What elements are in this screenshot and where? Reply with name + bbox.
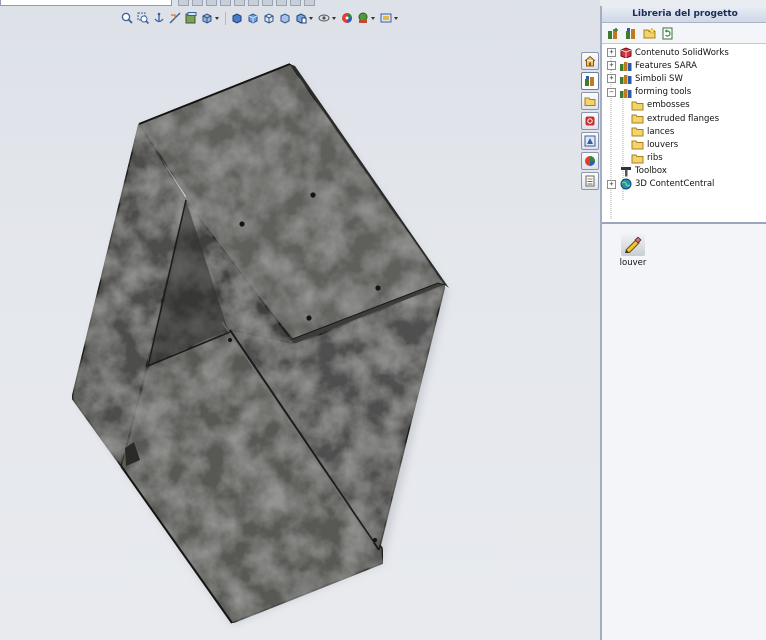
library-item-louver[interactable]: louver — [618, 234, 648, 268]
folder-icon — [631, 126, 644, 137]
search-icon — [585, 116, 595, 126]
panel-toolbar — [602, 23, 766, 43]
mounting-hole[interactable] — [375, 285, 381, 291]
solidworks-content-icon — [619, 47, 632, 59]
task-pane-tabs — [581, 52, 599, 190]
expand-icon[interactable]: + — [607, 61, 616, 71]
expand-icon[interactable]: + — [607, 74, 616, 84]
mounting-hole[interactable] — [373, 538, 377, 542]
library-item-label: louver — [619, 258, 647, 268]
tree-item-label: forming tools — [635, 87, 692, 98]
tab-resources[interactable] — [581, 52, 599, 70]
folder-icon — [584, 97, 596, 106]
design-library-panel: Libreria del progetto + Contenuto SolidWo… — [600, 6, 766, 640]
home-icon — [584, 55, 596, 67]
panel-title: Libreria del progetto — [602, 6, 766, 23]
tree-item-label: ribs — [647, 153, 663, 164]
tab-appearances[interactable] — [581, 152, 599, 170]
add-to-library-icon[interactable] — [606, 26, 620, 40]
create-new-folder-icon[interactable] — [642, 26, 656, 40]
tree-item-label: louvers — [647, 139, 679, 150]
tree-item-contenuto-solidworks[interactable]: + Contenuto SolidWorks — [602, 46, 766, 59]
refresh-icon[interactable] — [660, 26, 674, 40]
tab-design-library[interactable] — [581, 72, 599, 90]
forming-tool-icon — [621, 234, 645, 256]
tree-item-louvers[interactable]: louvers — [602, 138, 766, 151]
tree-item-label: Toolbox — [635, 166, 667, 177]
collapse-icon[interactable]: − — [607, 87, 616, 97]
tree-item-label: Contenuto SolidWorks — [635, 47, 729, 58]
library-features-icon — [619, 60, 632, 72]
globe-icon — [619, 178, 632, 190]
mounting-hole[interactable] — [228, 338, 232, 342]
properties-icon — [585, 175, 595, 187]
folder-icon — [631, 153, 644, 164]
folder-icon — [631, 139, 644, 150]
tree-item-extruded-flanges[interactable]: extruded flanges — [602, 112, 766, 125]
tree-item-label: Simboli SW — [635, 73, 683, 84]
tree-item-label: lances — [647, 126, 675, 137]
mounting-hole[interactable] — [306, 315, 312, 321]
tree-item-ribs[interactable]: ribs — [602, 152, 766, 165]
toolbox-icon — [619, 166, 632, 177]
tree-item-3d-contentcentral[interactable]: +3D ContentCentral — [602, 178, 766, 191]
tab-view-palette[interactable] — [581, 132, 599, 150]
expand-icon[interactable]: + — [607, 179, 616, 189]
tree-item-label: extruded flanges — [647, 113, 720, 124]
sheet-metal-model[interactable] — [0, 0, 600, 640]
tree-item-label: 3D ContentCentral — [635, 179, 715, 190]
library-features-icon — [619, 87, 632, 98]
tree-item-embosses[interactable]: embosses — [602, 99, 766, 112]
tree-item-forming-tools[interactable]: − forming tools — [602, 86, 766, 99]
folder-icon — [631, 100, 644, 111]
tree-item-simboli-sw[interactable]: + Simboli SW — [602, 72, 766, 85]
tab-custom-properties[interactable] — [581, 172, 599, 190]
expand-icon[interactable]: + — [607, 48, 616, 58]
tree-item-label: embosses — [647, 100, 690, 111]
tab-search[interactable] — [581, 112, 599, 130]
library-contents: louver — [602, 224, 766, 268]
add-file-location-icon[interactable] — [624, 26, 638, 40]
mounting-hole[interactable] — [239, 221, 245, 227]
appearances-icon — [585, 156, 595, 166]
tree-item-toolbox[interactable]: Toolbox — [602, 165, 766, 178]
folder-icon — [631, 113, 644, 124]
tab-file-explorer[interactable] — [581, 92, 599, 110]
library-features-icon — [619, 73, 632, 85]
library-icon — [585, 76, 594, 86]
view-palette-icon — [584, 135, 596, 147]
library-tree[interactable]: + Contenuto SolidWorks + Features SARA + Simb… — [602, 43, 766, 224]
mounting-hole[interactable] — [310, 192, 316, 198]
graphics-area[interactable] — [0, 0, 600, 640]
tree-item-features-sara[interactable]: + Features SARA — [602, 59, 766, 72]
tree-item-lances[interactable]: lances — [602, 125, 766, 138]
tree-item-label: Features SARA — [635, 60, 697, 71]
